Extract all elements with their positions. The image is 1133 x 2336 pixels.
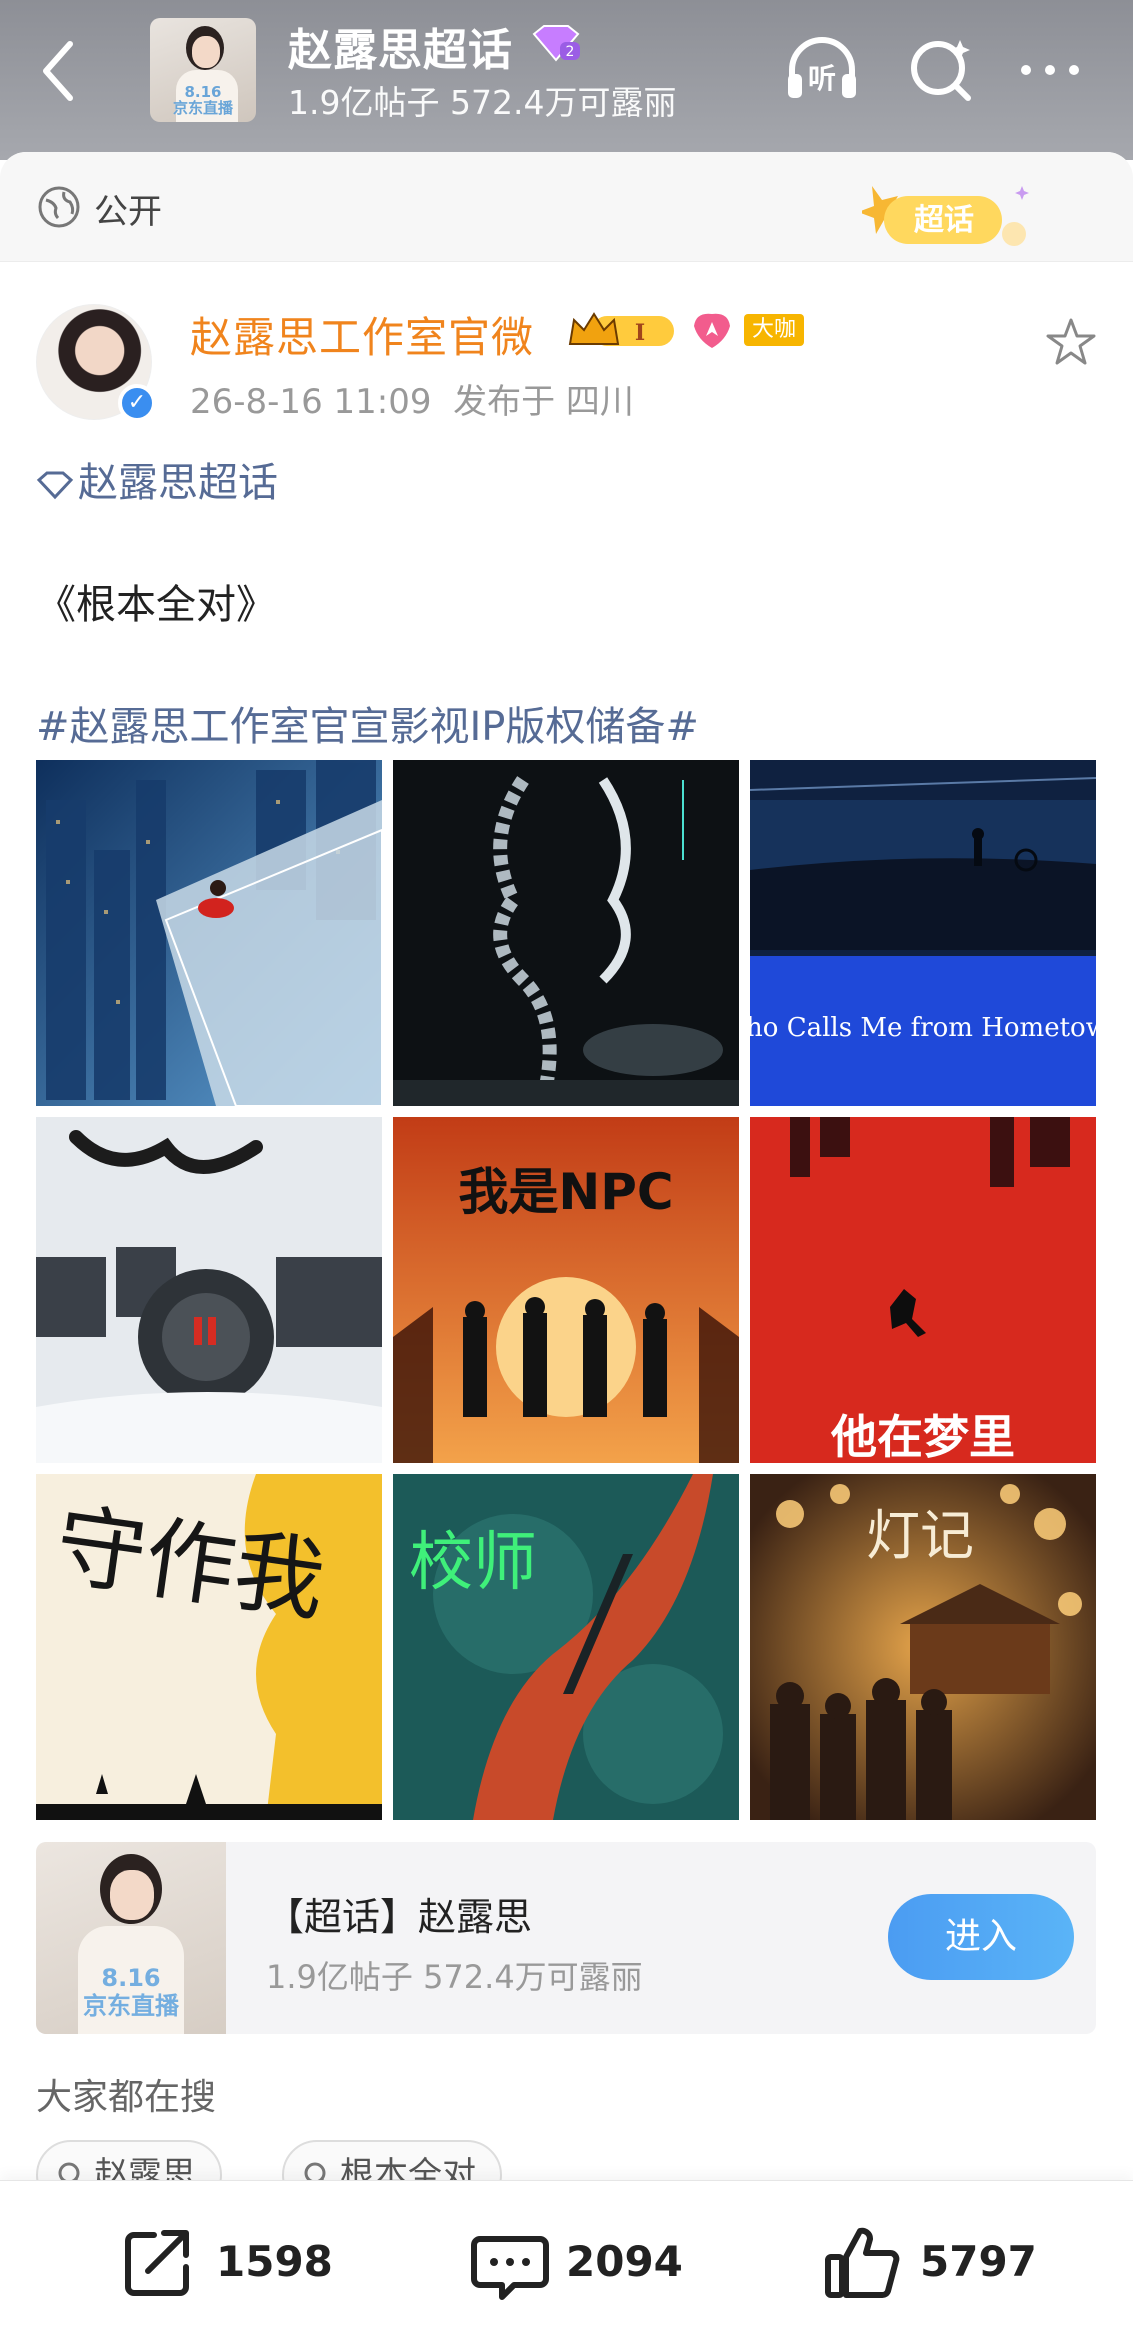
post-image[interactable]: Who Calls Me from Hometown [750, 760, 1096, 1106]
post-image[interactable] [36, 760, 382, 1106]
verified-badge-icon: ✓ [118, 384, 156, 422]
author-name[interactable]: 赵露思工作室官微 [190, 304, 534, 365]
post-image[interactable]: 他在梦里 [750, 1117, 1096, 1463]
comment-icon [471, 2236, 549, 2300]
page-title: 赵露思超话 [288, 25, 513, 76]
poster-caption: 灯记 [866, 1504, 974, 1567]
favorite-star-icon[interactable] [1044, 316, 1098, 370]
globe-icon [38, 186, 80, 228]
crown-level-badge-icon: I [568, 312, 674, 346]
poster-caption: 我是NPC [458, 1163, 673, 1221]
visibility-bar: 公开 超话 [0, 152, 1133, 262]
post-image[interactable] [393, 760, 739, 1106]
vip-badge: 大咖 [744, 314, 805, 346]
supertopic-badge-icon[interactable]: 超话 [862, 178, 1042, 254]
post-image[interactable] [36, 1117, 382, 1463]
supertopic-badge-label: 超话 [914, 203, 974, 238]
poster-caption: Who Calls Me from Hometown [750, 1013, 1096, 1043]
search-icon[interactable] [902, 30, 982, 110]
topic-link[interactable]: 赵露思超话 [36, 450, 278, 508]
post-image[interactable]: 我是NPC [393, 1117, 739, 1463]
supertopic-card-image: 8.16 京东直播 [36, 1842, 226, 2034]
cover-text: 8.16 京东直播 [172, 83, 233, 117]
topic-header: 8.16 京东直播 赵露思超话 2 1.9亿帖子 572.4万可露丽 听 [0, 0, 1133, 160]
post-meta: 26-8-16 11:09 发布于 四川 [190, 374, 634, 423]
poster-caption: 他在梦里 [830, 1410, 1015, 1463]
topic-label: 赵露思超话 [78, 460, 278, 506]
poster-caption: 校师 [409, 1526, 537, 1600]
enter-button[interactable]: 进入 [888, 1894, 1074, 1980]
hashtag-link[interactable]: #赵露思工作室官宣影视IP版权储备# [36, 694, 699, 752]
post-image[interactable]: 校师 [393, 1474, 739, 1820]
repost-icon [125, 2230, 189, 2296]
post-image[interactable]: 守作我 [36, 1474, 382, 1820]
thumbs-up-icon [825, 2227, 900, 2298]
image-grid: Who Calls Me from Hometown 我是NPC [36, 760, 1096, 1820]
level-gem-icon: 2 [532, 25, 580, 62]
post-image[interactable]: 灯记 [750, 1474, 1096, 1820]
like-count: 5797 [920, 2237, 1037, 2286]
fan-ribbon-icon [694, 313, 730, 348]
supertopic-card[interactable]: 8.16 京东直播 【超话】赵露思 1.9亿帖子 572.4万可露丽 进入 [36, 1842, 1096, 2034]
card-cover-text: 8.16 京东直播 [83, 1964, 179, 2020]
visibility-label: 公开 [94, 192, 162, 232]
action-bar: 1598 2094 5797 [0, 2180, 1133, 2336]
topic-stats: 1.9亿帖子 572.4万可露丽 [288, 83, 677, 122]
listen-headphones-icon[interactable]: 听 [782, 30, 862, 110]
listen-label: 听 [808, 62, 836, 95]
post-text: 《根本全对》 [36, 582, 276, 628]
svg-text:2: 2 [566, 44, 575, 60]
repost-count: 1598 [216, 2237, 333, 2286]
supertopic-card-stats: 1.9亿帖子 572.4万可露丽 [266, 1958, 643, 1996]
trending-searches-label: 大家都在搜 [36, 2077, 217, 2118]
post-panel: 公开 超话 ✓ 赵露思工作室官微 I 大咖 26-8-16 11:09 发布于 … [0, 152, 1133, 2336]
post-time: 26-8-16 11:09 [190, 382, 432, 422]
back-arrow-icon[interactable] [38, 38, 78, 104]
supertopic-card-title: 【超话】赵露思 [266, 1895, 533, 1939]
level-text: I [635, 320, 645, 346]
diamond-icon [36, 471, 74, 500]
supertopic-cover-image[interactable]: 8.16 京东直播 [150, 18, 256, 122]
more-menu-icon[interactable] [1010, 30, 1090, 110]
post-location: 发布于 四川 [453, 382, 634, 422]
comment-count: 2094 [566, 2237, 683, 2286]
